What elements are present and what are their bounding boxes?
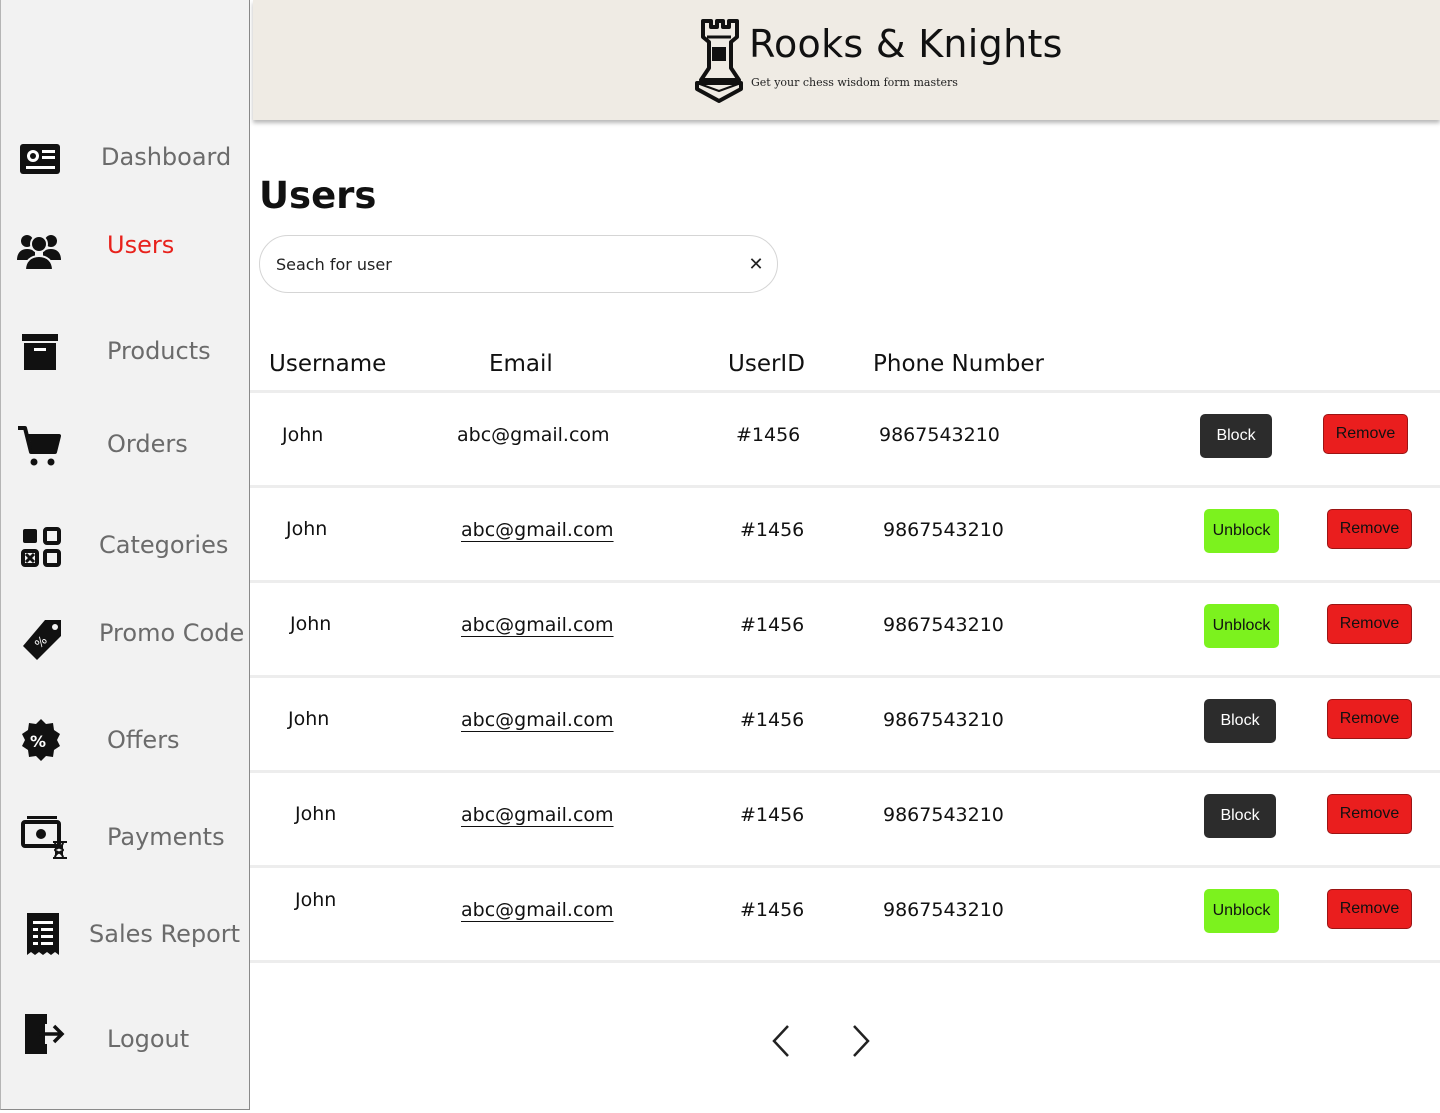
remove-button[interactable]: Remove: [1327, 509, 1412, 549]
remove-button[interactable]: Remove: [1327, 794, 1412, 834]
sidebar-item-orders[interactable]: Orders: [1, 414, 250, 474]
sidebar-item-label: Offers: [107, 726, 180, 754]
cart-icon: [15, 422, 63, 470]
cell-email[interactable]: abc@gmail.com: [461, 614, 614, 636]
cell-username: John: [288, 708, 330, 730]
sidebar-item-label: Categories: [99, 531, 229, 559]
search-box: ✕: [259, 235, 778, 293]
remove-button[interactable]: Remove: [1327, 699, 1412, 739]
sidebar-item-payments[interactable]: Payments: [1, 806, 250, 866]
cell-email[interactable]: abc@gmail.com: [461, 899, 614, 921]
cell-userid: #1456: [736, 424, 801, 446]
sidebar-item-categories[interactable]: Categories: [1, 515, 250, 575]
unblock-button[interactable]: Unblock: [1204, 509, 1279, 553]
column-header-phone: Phone Number: [873, 351, 1044, 377]
cell-phone: 9867543210: [883, 709, 1004, 731]
cell-userid: #1456: [740, 709, 805, 731]
sidebar-item-label: Users: [107, 231, 175, 259]
cell-userid: #1456: [740, 519, 805, 541]
cell-username: John: [282, 424, 324, 446]
categories-icon: [17, 523, 65, 571]
report-icon: [19, 909, 67, 957]
sidebar-item-label: Promo Code: [99, 619, 245, 647]
app-header: Rooks & Knights Get your chess wisdom fo…: [253, 0, 1440, 120]
sidebar-item-dashboard[interactable]: Dashboard: [1, 127, 250, 187]
remove-button[interactable]: Remove: [1323, 414, 1408, 454]
sidebar-item-users[interactable]: Users: [1, 218, 250, 278]
payments-icon: [21, 812, 69, 860]
sidebar-item-label: Products: [107, 337, 211, 365]
cell-username: John: [295, 803, 337, 825]
sidebar-item-products[interactable]: Products: [1, 322, 250, 382]
row-divider: [250, 580, 1440, 583]
cell-email[interactable]: abc@gmail.com: [461, 709, 614, 731]
row-divider: [250, 865, 1440, 868]
cell-email[interactable]: abc@gmail.com: [461, 804, 614, 826]
search-input[interactable]: [276, 250, 716, 278]
remove-button[interactable]: Remove: [1327, 889, 1412, 929]
brand-name: Rooks & Knights: [749, 22, 1063, 66]
sidebar-item-sales-report[interactable]: Sales Report: [1, 903, 250, 963]
svg-text:%: %: [30, 732, 46, 751]
cell-username: John: [295, 889, 337, 911]
percent-badge-icon: %: [17, 716, 65, 764]
column-header-username: Username: [269, 351, 387, 377]
cell-username: John: [290, 613, 332, 635]
page-title: Users: [259, 174, 377, 217]
chevron-right-icon[interactable]: [842, 1022, 878, 1060]
block-button[interactable]: Block: [1204, 794, 1276, 838]
remove-button[interactable]: Remove: [1327, 604, 1412, 644]
unblock-button[interactable]: Unblock: [1204, 604, 1279, 648]
sidebar-item-label: Logout: [107, 1025, 190, 1053]
unblock-button[interactable]: Unblock: [1204, 889, 1279, 933]
archive-box-icon: [16, 328, 64, 376]
sidebar-item-offers[interactable]: % Offers: [1, 710, 250, 770]
chevron-left-icon[interactable]: [764, 1022, 800, 1060]
sidebar-item-label: Dashboard: [101, 143, 232, 171]
sidebar-item-logout[interactable]: Logout: [1, 1008, 250, 1068]
users-icon: [15, 224, 63, 272]
cell-phone: 9867543210: [879, 424, 1000, 446]
cell-userid: #1456: [740, 899, 805, 921]
brand-tagline: Get your chess wisdom form masters: [751, 76, 958, 89]
row-divider: [250, 485, 1440, 488]
cell-phone: 9867543210: [883, 899, 1004, 921]
logout-icon: [21, 1010, 69, 1058]
close-icon[interactable]: ✕: [744, 252, 768, 276]
cell-userid: #1456: [740, 804, 805, 826]
column-header-email: Email: [489, 351, 553, 377]
cell-email: abc@gmail.com: [457, 424, 610, 446]
row-divider: [250, 960, 1440, 963]
row-divider: [250, 770, 1440, 773]
column-header-userid: UserID: [728, 351, 805, 377]
row-divider: [250, 675, 1440, 678]
rook-icon: [691, 17, 747, 103]
cell-phone: 9867543210: [883, 614, 1004, 636]
cell-email[interactable]: abc@gmail.com: [461, 519, 614, 541]
cell-userid: #1456: [740, 614, 805, 636]
dashboard-icon: [17, 133, 65, 181]
block-button[interactable]: Block: [1200, 414, 1272, 458]
sidebar-item-promo-code[interactable]: % Promo Code: [1, 604, 250, 664]
sidebar-item-label: Payments: [107, 823, 225, 851]
sidebar: Dashboard Users Products Orders Categori…: [0, 0, 250, 1110]
sidebar-item-label: Sales Report: [89, 920, 241, 948]
cell-phone: 9867543210: [883, 804, 1004, 826]
cell-phone: 9867543210: [883, 519, 1004, 541]
cell-username: John: [286, 518, 328, 540]
tag-icon: %: [19, 616, 67, 664]
sidebar-item-label: Orders: [107, 430, 188, 458]
row-divider: [250, 390, 1440, 393]
block-button[interactable]: Block: [1204, 699, 1276, 743]
